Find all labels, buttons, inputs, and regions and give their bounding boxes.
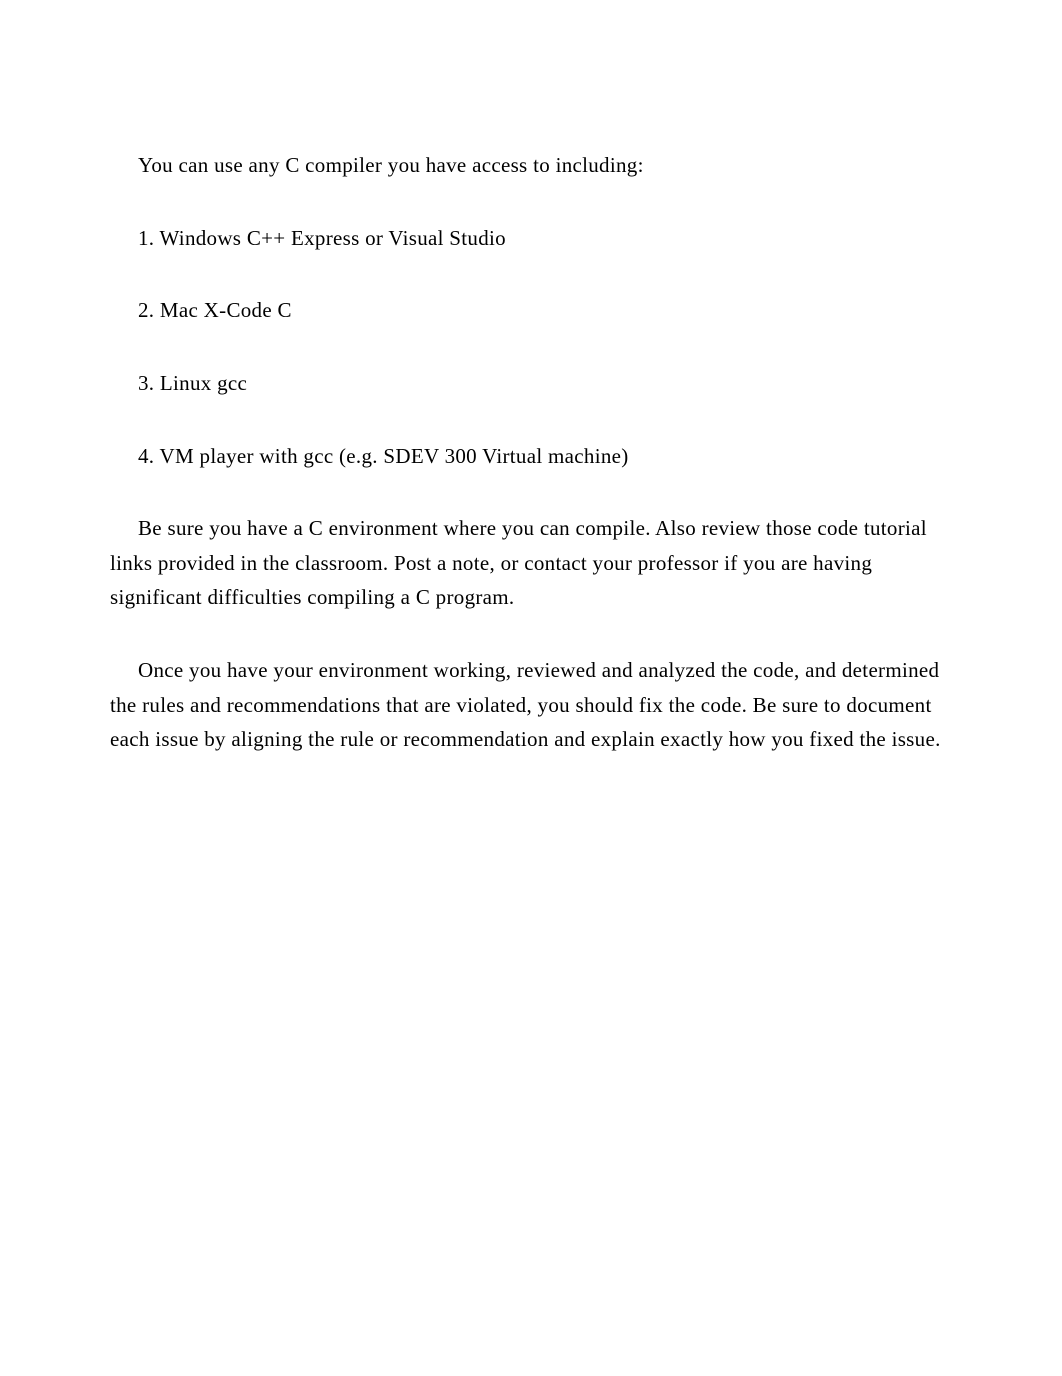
list-item: 1. Windows C++ Express or Visual Studio [110,221,952,256]
compiler-list: 1. Windows C++ Express or Visual Studio … [110,221,952,474]
list-text: VM player with gcc (e.g. SDEV 300 Virtua… [160,444,629,468]
list-marker: 1. [138,226,154,250]
list-marker: 3. [138,371,154,395]
body-paragraph-1: Be sure you have a C environment where y… [110,511,952,615]
intro-paragraph: You can use any C compiler you have acce… [110,148,952,183]
list-marker: 2. [138,298,154,322]
list-item: 2. Mac X-Code C [110,293,952,328]
list-item: 4. VM player with gcc (e.g. SDEV 300 Vir… [110,439,952,474]
list-item: 3. Linux gcc [110,366,952,401]
list-text: Linux gcc [160,371,247,395]
list-text: Mac X-Code C [160,298,292,322]
body-paragraph-2: Once you have your environment working, … [110,653,952,757]
paragraph-text: Once you have your environment working, … [110,658,941,751]
list-text: Windows C++ Express or Visual Studio [160,226,506,250]
list-marker: 4. [138,444,154,468]
paragraph-text: Be sure you have a C environment where y… [110,516,927,609]
